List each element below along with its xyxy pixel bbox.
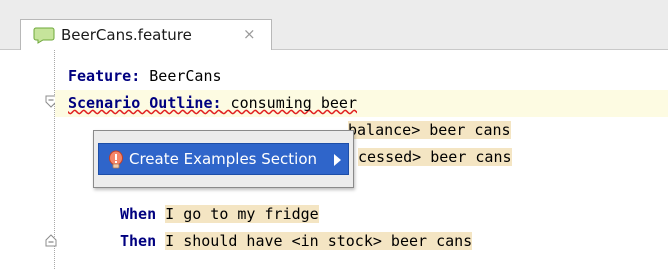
step-text: I should have <in stock> beer cans [165,232,473,250]
create-examples-section-item[interactable]: Create Examples Section [98,143,349,175]
feature-name: BeerCans [140,67,222,85]
intention-actions-popup: Create Examples Section [93,130,354,188]
tab-beercans-feature[interactable]: BeerCans.feature × [20,19,272,51]
feature-keyword: Feature: [68,67,141,85]
fold-end-icon[interactable] [44,233,58,247]
editor-tab-bar: BeerCans.feature × [0,0,668,51]
create-examples-section-label: Create Examples Section [129,150,317,168]
step-text: I go to my fridge [165,205,319,223]
intention-bulb-icon [109,150,123,169]
code-line-feature: Feature: BeerCans [68,63,222,90]
submenu-arrow-icon [334,154,341,166]
scenario-outline-name: consuming beer [221,94,357,112]
close-icon[interactable]: × [243,25,256,43]
code-line-then: Then I should have <in stock> beer cans [120,228,473,255]
then-keyword: Then [120,232,157,250]
cucumber-feature-icon [33,27,55,44]
code-line-given: balance> beer cans [348,117,511,144]
code-line-and: cessed> beer cans [358,144,512,171]
code-line-scenario-outline: Scenario Outline: consuming beer [55,90,668,117]
tab-label: BeerCans.feature [61,26,192,44]
when-keyword: When [120,205,157,223]
code-line-when: When I go to my fridge [120,201,319,228]
scenario-outline-keyword: Scenario Outline: [68,94,222,112]
step-text: balance> beer cans [348,121,511,139]
step-text: cessed> beer cans [358,148,512,166]
